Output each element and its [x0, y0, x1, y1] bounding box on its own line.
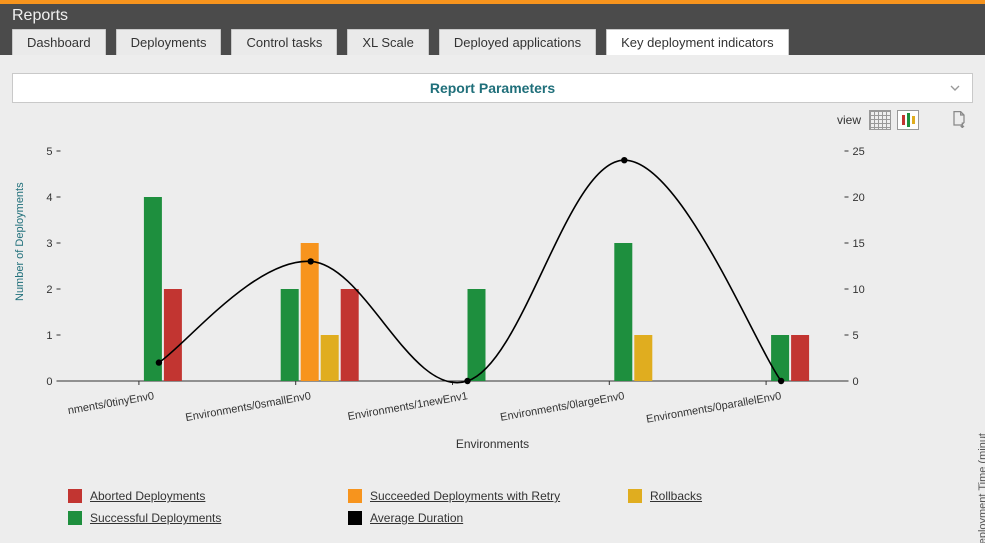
- svg-text:5: 5: [46, 146, 52, 158]
- svg-text:Environments/0smallEnv0: Environments/0smallEnv0: [185, 390, 312, 424]
- chart-legend: Aborted Deployments Succeeded Deployment…: [68, 489, 933, 525]
- y-axis-left-label: Number of Deployments: [14, 182, 26, 301]
- line-point: [778, 378, 784, 384]
- bar: [771, 335, 789, 381]
- bar: [341, 289, 359, 381]
- tabs-bar: Dashboard Deployments Control tasks XL S…: [0, 25, 985, 55]
- legend-label: Succeeded Deployments with Retry: [370, 489, 560, 503]
- legend-item-successful[interactable]: Successful Deployments: [68, 511, 348, 525]
- export-icon: [949, 110, 969, 130]
- bar: [144, 197, 162, 381]
- view-controls: view: [12, 103, 973, 131]
- chevron-down-icon: [947, 80, 963, 96]
- line-point: [464, 378, 470, 384]
- legend-item-aborted[interactable]: Aborted Deployments: [68, 489, 348, 503]
- svg-text:20: 20: [853, 192, 865, 204]
- tab-dashboard[interactable]: Dashboard: [12, 29, 106, 55]
- svg-text:25: 25: [853, 146, 865, 158]
- legend-label: Rollbacks: [650, 489, 702, 503]
- chart-svg: 0 1 2 3 4 5 0 5 10 15 20 25 nments/0tinyEnv0 Environm…: [12, 131, 973, 531]
- bar: [164, 289, 182, 381]
- tab-control-tasks[interactable]: Control tasks: [231, 29, 337, 55]
- legend-item-duration[interactable]: Average Duration: [348, 511, 628, 525]
- bar: [281, 289, 299, 381]
- svg-text:4: 4: [46, 192, 52, 204]
- legend-swatch: [68, 511, 82, 525]
- svg-text:Environments/0largeEnv0: Environments/0largeEnv0: [499, 390, 625, 424]
- legend-swatch: [68, 489, 82, 503]
- svg-text:10: 10: [853, 284, 865, 296]
- svg-text:nments/0tinyEnv0: nments/0tinyEnv0: [67, 390, 155, 417]
- svg-text:0: 0: [46, 376, 52, 388]
- content-area: Report Parameters view Number of Deploym…: [0, 55, 985, 543]
- bar: [321, 335, 339, 381]
- bar: [614, 243, 632, 381]
- svg-text:1: 1: [46, 330, 52, 342]
- report-parameters-title: Report Parameters: [430, 80, 555, 96]
- legend-swatch: [628, 489, 642, 503]
- page-title: Reports: [0, 4, 985, 25]
- legend-label: Average Duration: [370, 511, 463, 525]
- line-point: [621, 157, 627, 163]
- legend-item-retry[interactable]: Succeeded Deployments with Retry: [348, 489, 628, 503]
- tab-xl-scale[interactable]: XL Scale: [347, 29, 429, 55]
- expand-parameters-button[interactable]: [942, 74, 968, 102]
- svg-text:3: 3: [46, 238, 52, 250]
- svg-text:15: 15: [853, 238, 865, 250]
- legend-swatch: [348, 489, 362, 503]
- tab-deployed-applications[interactable]: Deployed applications: [439, 29, 596, 55]
- bar: [791, 335, 809, 381]
- tab-key-deployment-indicators[interactable]: Key deployment indicators: [606, 29, 788, 55]
- y-axis-right-label: Average Deployment Time (minut: [977, 433, 985, 543]
- legend-swatch: [348, 511, 362, 525]
- tab-deployments[interactable]: Deployments: [116, 29, 222, 55]
- report-parameters-panel: Report Parameters: [12, 73, 973, 103]
- svg-text:0: 0: [853, 376, 859, 388]
- export-button[interactable]: [947, 109, 971, 131]
- svg-text:5: 5: [853, 330, 859, 342]
- bar: [468, 289, 486, 381]
- view-chart-button[interactable]: [897, 110, 919, 130]
- legend-label: Aborted Deployments: [90, 489, 205, 503]
- svg-text:2: 2: [46, 284, 52, 296]
- line-point: [156, 359, 162, 365]
- legend-label: Successful Deployments: [90, 511, 221, 525]
- bar: [634, 335, 652, 381]
- line-point: [308, 258, 314, 264]
- svg-text:Environments/1newEnv1: Environments/1newEnv1: [347, 390, 469, 423]
- legend-item-rollbacks[interactable]: Rollbacks: [628, 489, 828, 503]
- view-label: view: [837, 113, 861, 127]
- chart-container: Number of Deployments Average Deployment…: [12, 131, 973, 531]
- svg-text:Environments/0parallelEnv0: Environments/0parallelEnv0: [645, 390, 782, 426]
- x-axis-label: Environments: [12, 437, 973, 451]
- view-table-button[interactable]: [869, 110, 891, 130]
